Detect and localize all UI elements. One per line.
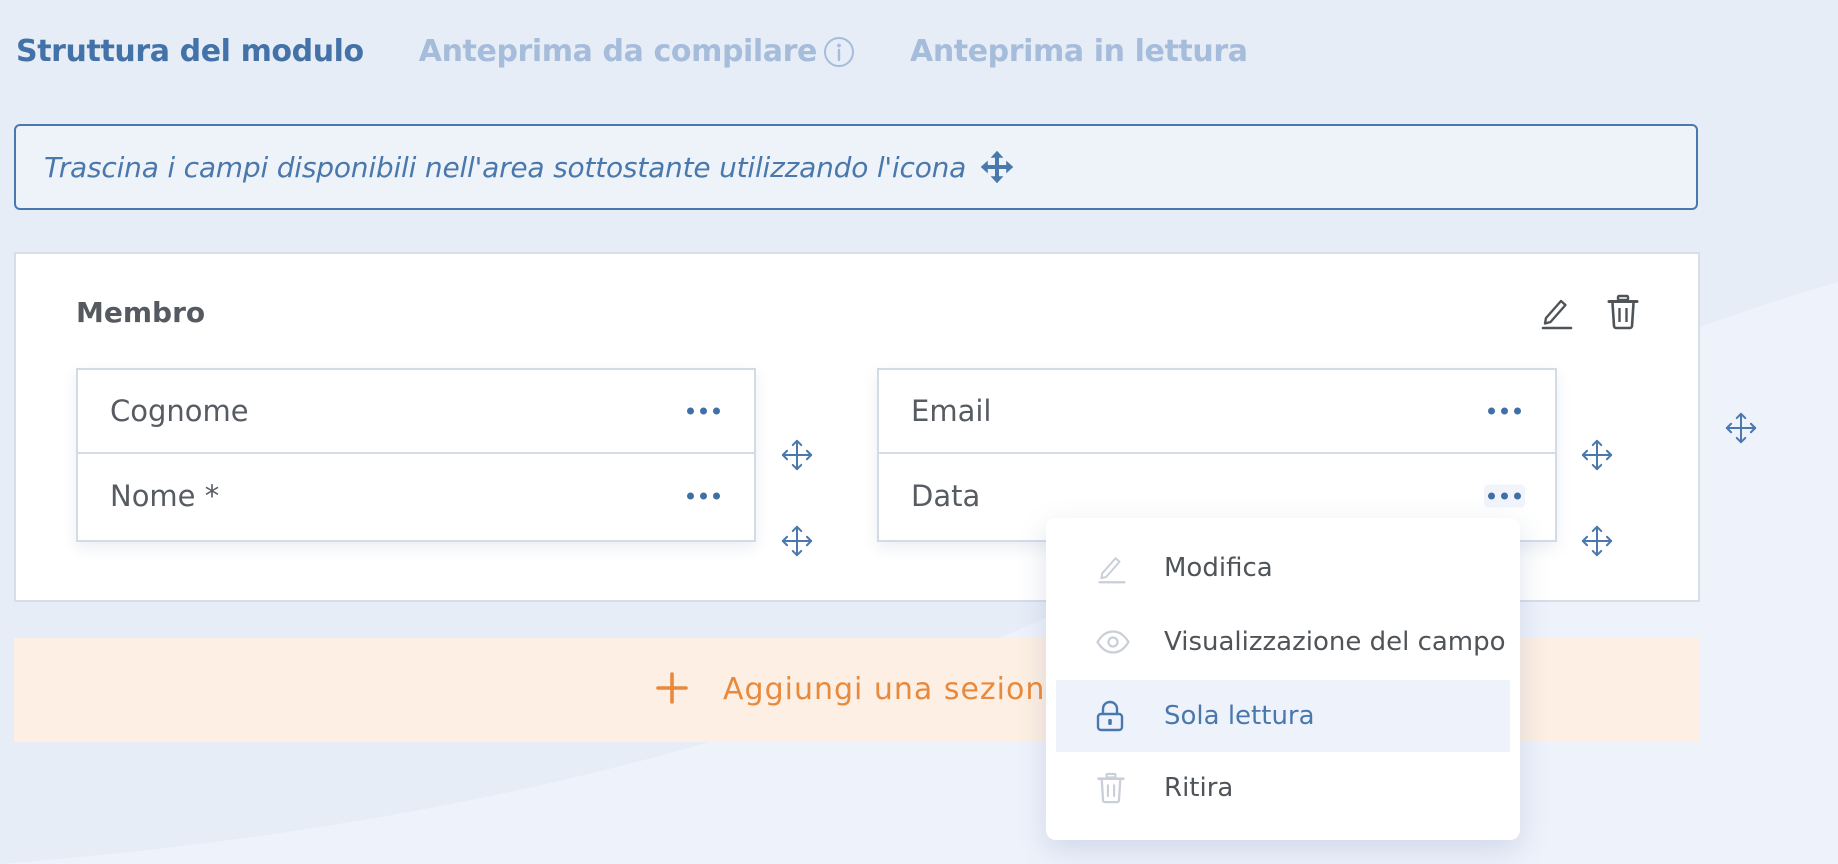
trash-icon xyxy=(1096,771,1126,805)
move-icon[interactable] xyxy=(1580,438,1614,472)
tab-anteprima-in-lettura[interactable]: Anteprima in lettura xyxy=(910,34,1248,69)
trash-icon xyxy=(1606,294,1640,330)
edit-section-button[interactable] xyxy=(1540,294,1574,330)
drag-hint-banner: Trascina i campi disponibili nell'area s… xyxy=(14,124,1698,210)
menu-item-modifica[interactable]: Modifica xyxy=(1056,532,1510,604)
move-icon[interactable] xyxy=(1580,524,1614,558)
field-card-left: Cognome Nome * xyxy=(76,368,756,542)
tab-anteprima-da-compilare-label: Anteprima da compilare xyxy=(418,34,818,69)
field-options-button[interactable] xyxy=(1484,400,1525,423)
menu-item-sola-lettura[interactable]: Sola lettura xyxy=(1056,680,1510,752)
lock-icon xyxy=(1096,700,1124,732)
pencil-icon xyxy=(1540,294,1574,330)
delete-section-button[interactable] xyxy=(1606,294,1640,330)
menu-item-label: Sola lettura xyxy=(1164,701,1315,731)
field-label: Data xyxy=(911,479,981,513)
move-icon xyxy=(980,150,1014,184)
section-title: Membro xyxy=(76,296,206,329)
info-icon[interactable] xyxy=(823,36,855,76)
field-options-button[interactable] xyxy=(683,400,724,423)
field-card-right: Email Data xyxy=(877,368,1557,542)
plus-icon xyxy=(656,672,688,704)
tab-struttura-del-modulo[interactable]: Struttura del modulo xyxy=(16,34,364,69)
field-options-button[interactable] xyxy=(683,485,724,508)
menu-item-label: Ritira xyxy=(1164,773,1234,803)
tab-bar: Struttura del modulo Anteprima da compil… xyxy=(16,34,1248,78)
eye-icon xyxy=(1096,630,1130,654)
field-row-cognome: Cognome xyxy=(78,370,754,454)
menu-item-label: Modifica xyxy=(1164,553,1273,583)
move-icon[interactable] xyxy=(1724,411,1758,445)
move-icon[interactable] xyxy=(780,524,814,558)
add-section-label: Aggiungi una sezione xyxy=(723,672,1065,707)
field-row-email: Email xyxy=(879,370,1555,454)
field-label: Nome * xyxy=(110,479,220,513)
tab-anteprima-da-compilare[interactable]: Anteprima da compilare xyxy=(419,34,855,76)
pencil-icon xyxy=(1096,552,1128,584)
field-label: Cognome xyxy=(110,394,249,428)
menu-item-ritira[interactable]: Ritira xyxy=(1056,752,1510,824)
menu-item-label: Visualizzazione del campo xyxy=(1164,627,1506,657)
drag-hint-text: Trascina i campi disponibili nell'area s… xyxy=(44,150,967,184)
menu-item-visualizzazione[interactable]: Visualizzazione del campo xyxy=(1056,606,1510,678)
field-label: Email xyxy=(911,394,992,428)
field-context-menu: Modifica Visualizzazione del campo Sola … xyxy=(1046,518,1520,840)
field-options-button[interactable] xyxy=(1484,484,1525,508)
move-icon[interactable] xyxy=(780,438,814,472)
field-row-nome: Nome * xyxy=(78,454,754,538)
